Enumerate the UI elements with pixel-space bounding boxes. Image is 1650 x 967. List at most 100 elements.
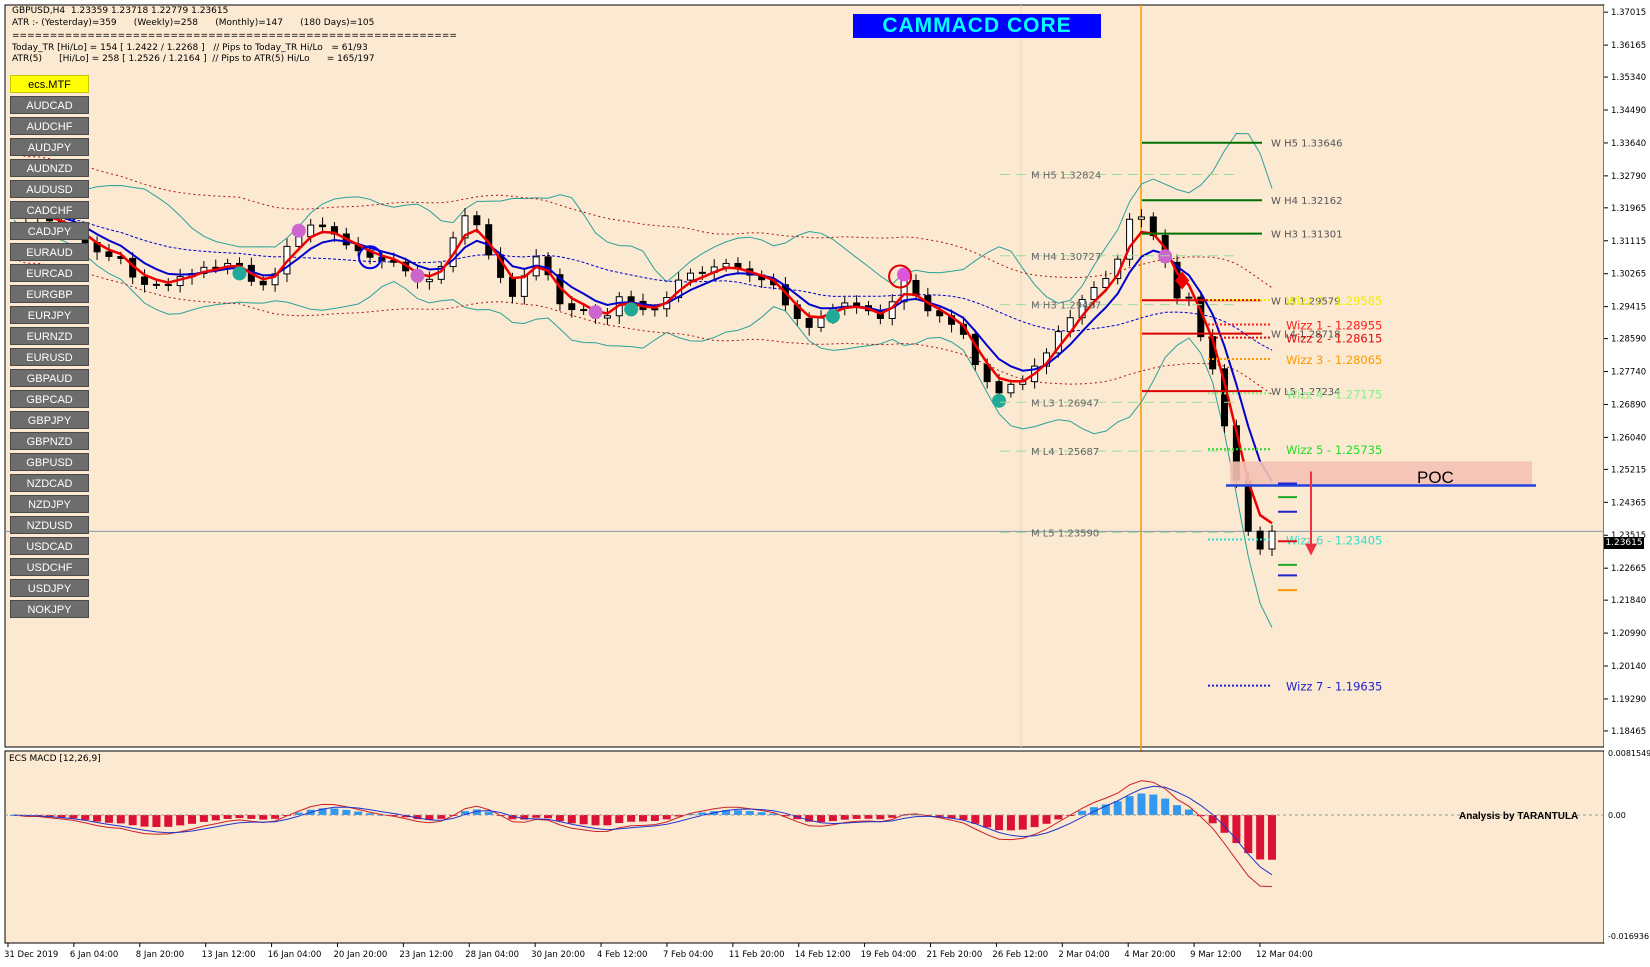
macd-histogram-bar [983, 815, 992, 828]
wizz-level-label: Wizz 4 - 1.27175 [1286, 387, 1382, 401]
candle-body [698, 271, 706, 274]
candle-body [853, 302, 861, 307]
symbol-button-cadchf[interactable]: CADCHF [10, 201, 89, 219]
symbol-button-usdcad[interactable]: USDCAD [10, 537, 89, 555]
price-axis-label: 1.32790 [1611, 172, 1646, 182]
macd-histogram-bar [745, 811, 754, 815]
time-axis-label: 31 Dec 2019 [4, 950, 58, 960]
weekly-pivot-label: W H5 1.33646 [1271, 139, 1342, 150]
macd-histogram-bar [1149, 794, 1158, 815]
symbol-button-gbpaud[interactable]: GBPAUD [10, 369, 89, 387]
macd-histogram-bar [639, 815, 647, 822]
symbol-button-gbpcad[interactable]: GBPCAD [10, 390, 89, 408]
candle-body [686, 272, 694, 281]
candle-body [259, 280, 267, 286]
symbol-button-audchf[interactable]: AUDCHF [10, 117, 89, 135]
candle-body [295, 236, 303, 247]
price-plot-area[interactable] [4, 4, 1605, 748]
symbol-button-usdchf[interactable]: USDCHF [10, 558, 89, 576]
symbol-button-audnzd[interactable]: AUDNZD [10, 159, 89, 177]
symbol-button-ecs-mtf[interactable]: ecs.MTF [10, 75, 89, 93]
symbol-button-nzdcad[interactable]: NZDCAD [10, 474, 89, 492]
candle-body [105, 251, 113, 257]
symbol-button-audusd[interactable]: AUDUSD [10, 180, 89, 198]
macd-histogram-bar [93, 815, 102, 822]
price-axis-label: 1.37015 [1611, 8, 1646, 18]
macd-histogram-bar [627, 815, 636, 822]
candle-body [900, 279, 908, 303]
price-axis-label: 1.27740 [1611, 368, 1646, 378]
macd-indicator-title: ECS MACD [12,26,9] [9, 754, 101, 764]
candle-body [319, 224, 327, 228]
macd-histogram-bar [1078, 810, 1087, 815]
symbol-button-euraud[interactable]: EURAUD [10, 243, 89, 261]
weekly-pivot-label: W H4 1.32162 [1271, 196, 1342, 207]
price-axis-label: 1.20140 [1611, 662, 1646, 672]
candle-body [1137, 216, 1145, 220]
time-axis-label: 2 Mar 04:00 [1058, 950, 1109, 960]
candle-body [152, 283, 160, 286]
symbol-button-nzdjpy[interactable]: NZDJPY [10, 495, 89, 513]
time-axis-label: 12 Mar 04:00 [1256, 950, 1313, 960]
price-axis-label: 1.29415 [1611, 303, 1646, 313]
macd-histogram-bar [840, 815, 849, 820]
macd-histogram-bar [603, 815, 612, 826]
candle-body [817, 317, 825, 328]
time-axis-label: 16 Jan 04:00 [268, 950, 322, 960]
symbol-button-eurnzd[interactable]: EURNZD [10, 327, 89, 345]
macd-histogram-bar [1161, 798, 1170, 815]
symbol-switcher-panel: ecs.MTF AUDCAD AUDCHF AUDJPY AUDNZD AUDUSD CA… [10, 75, 90, 621]
weekly-pivot-label: W H3 1.31301 [1271, 230, 1342, 241]
atr5-line: ATR(5) [Hi/Lo] = 258 [ 1.2526 / 1.2164 ]… [12, 54, 375, 64]
symbol-button-nokjpy[interactable]: NOKJPY [10, 600, 89, 618]
symbol-button-usdjpy[interactable]: USDJPY [10, 579, 89, 597]
symbol-button-nzdusd[interactable]: NZDUSD [10, 516, 89, 534]
candle-body [473, 215, 481, 226]
macd-histogram-bar [152, 815, 161, 827]
macd-histogram-bar [1268, 815, 1276, 860]
symbol-button-eurcad[interactable]: EURCAD [10, 264, 89, 282]
sell-signal-dot [588, 305, 603, 320]
macd-plot-area[interactable] [4, 750, 1605, 944]
macd-histogram-bar [128, 815, 137, 826]
time-axis-label: 20 Jan 20:00 [333, 950, 387, 960]
macd-histogram-bar [116, 815, 125, 824]
macd-pane[interactable] [4, 750, 1605, 944]
candle-body [164, 283, 172, 287]
buy-signal-dot [232, 266, 247, 281]
macd-histogram-bar [567, 815, 576, 824]
time-axis-label: 26 Feb 12:00 [992, 950, 1048, 960]
wizz-level-label: Wizz 0 - 1.29585 [1286, 294, 1382, 308]
candle-body [1090, 286, 1098, 300]
price-axis-label: 1.26040 [1611, 433, 1646, 443]
current-price-tag: 1.23615 [1604, 537, 1644, 549]
price-axis-label: 1.26890 [1611, 400, 1646, 410]
macd-histogram-bar [69, 815, 78, 819]
macd-histogram-bar [662, 815, 671, 820]
symbol-button-gbpusd[interactable]: GBPUSD [10, 453, 89, 471]
price-axis-label: 1.35340 [1611, 73, 1646, 83]
monthly-pivot-label: M H3 1.29467 [1031, 301, 1101, 312]
wizz-level-label: Wizz 5 - 1.25735 [1286, 443, 1382, 457]
time-axis-label: 11 Feb 20:00 [729, 950, 785, 960]
macd-histogram-bar [1173, 805, 1182, 815]
price-axis-label: 1.22665 [1611, 564, 1646, 574]
macd-axis-label: -0.016936 [1608, 932, 1649, 941]
wizz-level-label: Wizz 6 - 1.23405 [1286, 534, 1382, 548]
symbol-button-cadjpy[interactable]: CADJPY [10, 222, 89, 240]
symbol-button-gbpjpy[interactable]: GBPJPY [10, 411, 89, 429]
candle-body [580, 309, 588, 312]
symbol-button-eurjpy[interactable]: EURJPY [10, 306, 89, 324]
symbol-button-audjpy[interactable]: AUDJPY [10, 138, 89, 156]
trading-terminal[interactable]: M H5 1.32824 M H4 1.30727 M H3 1.29467 M L3… [0, 0, 1650, 967]
time-axis-label: 19 Feb 04:00 [861, 950, 917, 960]
price-axis-label: 1.20990 [1611, 629, 1646, 639]
symbol-button-eurusd[interactable]: EURUSD [10, 348, 89, 366]
symbol-button-gbpnzd[interactable]: GBPNZD [10, 432, 89, 450]
macd-histogram-bar [733, 810, 742, 815]
symbol-button-audcad[interactable]: AUDCAD [10, 96, 89, 114]
candle-body [805, 317, 813, 328]
macd-histogram-bar [1018, 815, 1027, 830]
candle-body [568, 303, 576, 311]
symbol-button-eurgbp[interactable]: EURGBP [10, 285, 89, 303]
